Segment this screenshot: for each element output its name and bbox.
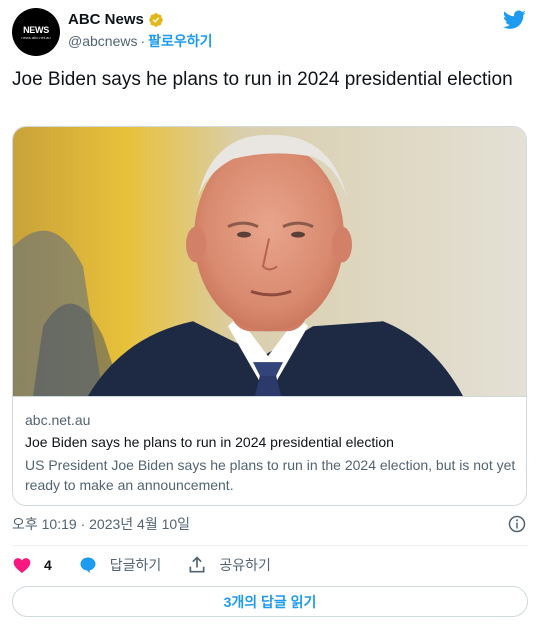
reply-button[interactable]: 답글하기	[78, 555, 162, 575]
author-display-name[interactable]: ABC News	[68, 11, 144, 29]
read-replies-button[interactable]: 3개의 답글 읽기	[12, 586, 528, 617]
like-count: 4	[44, 557, 52, 573]
timestamp[interactable]: 오후 10:19 · 2023년 4월 10일	[12, 516, 190, 532]
reply-bubble-icon	[80, 557, 96, 574]
divider	[12, 545, 528, 546]
heart-icon	[13, 558, 31, 573]
author-info: ABC News @abcnews · 팔로우하기	[68, 11, 213, 50]
timestamp-row: 오후 10:19 · 2023년 4월 10일	[12, 514, 528, 534]
card-image[interactable]	[13, 127, 527, 397]
verified-badge-icon	[149, 13, 163, 27]
like-button[interactable]: 4	[12, 555, 52, 575]
avatar[interactable]: NEWS news.abc.net.au	[12, 8, 60, 56]
avatar-subtext: news.abc.net.au	[21, 34, 51, 40]
card-domain: abc.net.au	[25, 412, 91, 428]
tweet-text: Joe Biden says he plans to run in 2024 p…	[12, 69, 513, 90]
reply-label: 답글하기	[109, 557, 162, 573]
separator: ·	[140, 33, 146, 49]
follow-button[interactable]: 팔로우하기	[148, 33, 212, 49]
tweet-header: NEWS news.abc.net.au ABC News @abcnews · 팔…	[12, 8, 528, 56]
twitter-bird-icon[interactable]	[503, 10, 526, 30]
avatar-logo: NEWS	[23, 24, 49, 35]
share-label: 공유하기	[219, 557, 271, 573]
link-card[interactable]: abc.net.au Joe Biden says he plans to ru…	[12, 126, 527, 506]
card-meta: abc.net.au Joe Biden says he plans to ru…	[25, 411, 517, 495]
card-description: US President Joe Biden says he plans to …	[25, 457, 516, 493]
card-title[interactable]: Joe Biden says he plans to run in 2024 p…	[25, 433, 517, 451]
share-icon	[189, 556, 205, 573]
author-handle[interactable]: @abcnews	[68, 33, 137, 49]
info-icon[interactable]	[508, 515, 526, 533]
share-button[interactable]: 공유하기	[187, 555, 271, 575]
action-bar: 4 답글하기 공유하기	[12, 553, 297, 577]
